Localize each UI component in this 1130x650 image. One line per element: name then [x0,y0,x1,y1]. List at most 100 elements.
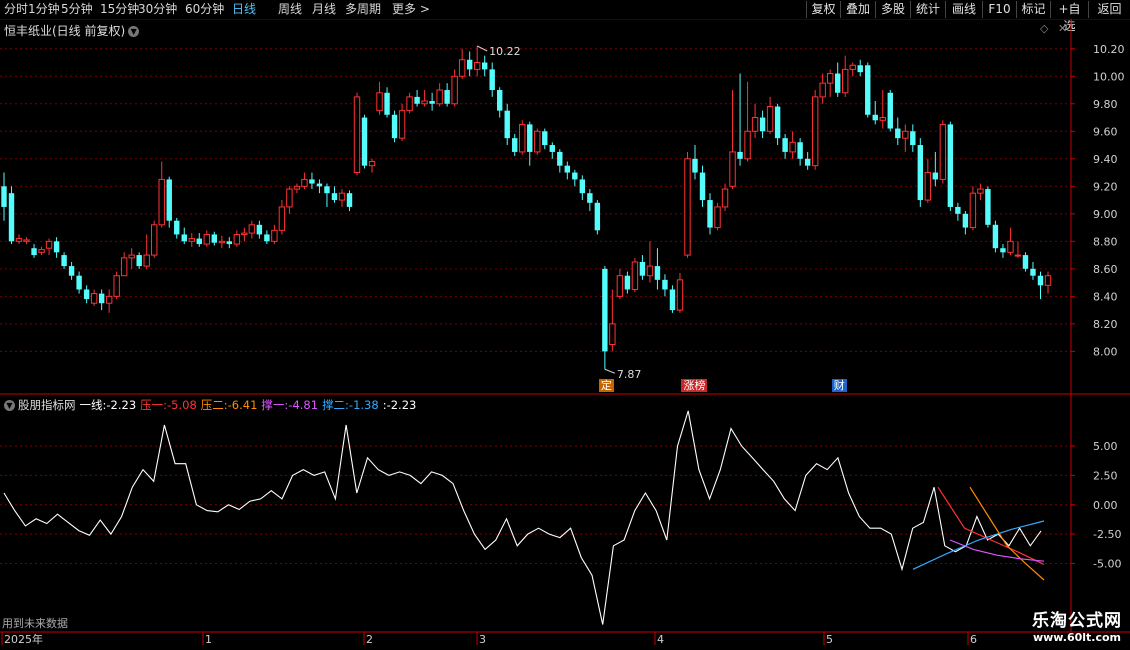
candle-body [241,232,248,235]
price-tick-label: 9.20 [1093,180,1118,193]
indicator-value-5: :-2.23 [382,398,417,412]
candle-body [789,141,796,153]
candle-body [744,130,751,160]
candle-body [932,172,939,180]
candle-body [271,229,278,242]
event-marker-2[interactable]: 财 [831,379,847,392]
candle-body [872,114,878,121]
indicator-title[interactable]: ▼ 股朋指标网 一线:-2.23 压一:-5.08 压二:-6.41 撑一:-4.81 撑二… [4,397,424,413]
price-tick-label: 10.20 [1093,43,1125,56]
candle-body [1,186,7,207]
candle-body [391,114,398,139]
indicator-value-1: 压一:-5.08 [140,398,197,412]
indicator-tick-label: 2.50 [1093,469,1118,482]
watermark-line2: www.60lt.com [1032,631,1122,644]
candle-body [76,275,82,290]
candle-body [917,145,924,201]
candle-body [233,233,241,245]
candle-body [1030,268,1036,276]
low-label: 7.87 [617,368,642,381]
event-marker-1[interactable]: 涨榜 [681,379,708,392]
candle-body [759,117,766,132]
close-icon[interactable]: ✕ [1058,22,1067,35]
candle-body [151,224,158,256]
low-pointer [604,368,616,374]
candle-body [774,106,781,139]
stock-title-text: 恒丰纸业(日线 前复权) [4,24,126,38]
time-tick-label: 3 [479,633,486,646]
candle-body [826,73,834,84]
candle-body [924,172,932,201]
candle-body [977,188,984,194]
indicator-values: 一线:-2.23 压一:-5.08 压二:-6.41 撑一:-4.81 撑二:-1.38… [80,398,421,412]
candle-body [699,172,706,201]
candle-body [444,90,450,104]
candle-body [624,275,631,290]
candle-body [264,234,270,242]
candle-body [564,165,571,173]
candle-body [887,92,893,129]
candle-body [309,179,315,184]
diamond-icon[interactable]: ◇ [1040,22,1048,35]
candle-body [1014,254,1022,257]
candle-body [766,106,774,132]
price-tick-label: 8.80 [1093,235,1118,248]
candle-body [331,193,338,201]
chevron-down-icon[interactable]: ▼ [128,26,140,37]
candle-body [646,265,654,277]
candle-body [579,179,586,194]
candle-body [857,65,863,73]
candle-body [1022,255,1029,269]
candle-body [188,238,195,242]
candle-body [707,200,713,228]
candle-body [324,186,330,194]
price-tick-label: 8.00 [1093,345,1118,358]
candle-body [1007,240,1014,253]
candle-body [286,188,293,208]
trendline-压二 [969,486,1045,581]
candle-body [602,268,608,352]
candle-body [8,193,15,242]
indicator-chevron-icon[interactable]: ▼ [4,400,15,411]
candle-body [497,90,503,111]
watermark: 乐淘公式网 www.60lt.com [1032,606,1122,644]
candle-body [338,192,346,201]
candle-body [301,178,308,187]
candle-body [23,239,30,242]
candle-body [992,224,999,249]
indicator-value-4: 撑二:-1.38 [322,398,379,412]
candle-body [113,275,120,297]
candle-body [458,59,466,77]
time-tick-label: 2025年 [4,632,43,646]
candle-body [797,142,803,159]
stock-title[interactable]: 恒丰纸业(日线 前复权) ▼ [4,22,140,39]
candle-body [368,161,376,167]
candle-body [316,183,323,187]
candle-body [572,172,578,180]
candle-body [68,266,75,276]
candle-body [519,123,526,153]
candle-body [849,64,856,70]
high-label: 10.22 [489,45,521,58]
event-marker-0[interactable]: 定 [598,379,614,392]
candle-body [969,192,977,229]
candle-body [293,185,301,190]
candle-body [166,179,172,221]
candle-body [902,130,909,139]
candle-body [406,96,413,112]
candle-body [98,293,105,304]
candle-body [782,138,788,152]
indicator-tick-label: -2.50 [1093,528,1121,541]
candle-body [804,158,811,166]
candle-body [83,289,90,300]
indicator-line-main [3,410,1042,625]
candle-body [842,68,849,94]
candle-body [811,96,819,167]
future-data-note: 用到未来数据 [2,617,68,630]
candle-body [751,117,759,132]
grid-layer [0,48,1071,564]
candle-body [346,193,353,207]
candle-body [955,206,961,214]
candle-body [203,233,210,245]
axes-layer: 10.2010.009.809.609.409.209.008.808.608.… [0,20,1130,646]
